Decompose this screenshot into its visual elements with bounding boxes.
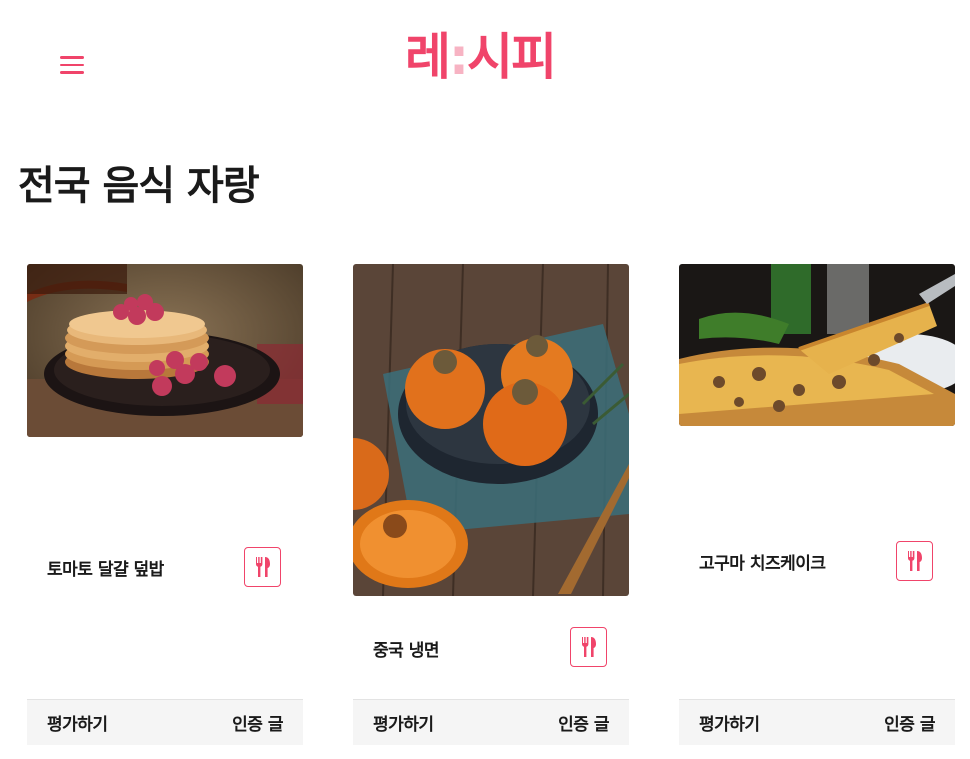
rate-link[interactable]: 평가하기 bbox=[699, 710, 760, 735]
recipe-name[interactable]: 토마토 달걀 덮밥 bbox=[47, 555, 164, 580]
menu-line bbox=[60, 71, 84, 74]
fork-knife-icon[interactable] bbox=[896, 541, 933, 581]
menu-line bbox=[60, 56, 84, 59]
card-footer: 평가하기 인증 글 bbox=[27, 699, 303, 745]
certification-post-link[interactable]: 인증 글 bbox=[884, 710, 935, 735]
fork-knife-icon[interactable] bbox=[570, 627, 607, 667]
recipe-image-persimmons[interactable] bbox=[353, 264, 629, 596]
menu-line bbox=[60, 63, 84, 66]
card-footer: 평가하기 인증 글 bbox=[353, 699, 629, 745]
site-header: 레:시피 bbox=[0, 0, 970, 120]
rate-link[interactable]: 평가하기 bbox=[373, 710, 434, 735]
card-footer: 평가하기 인증 글 bbox=[679, 699, 955, 745]
rate-link[interactable]: 평가하기 bbox=[47, 710, 108, 735]
fork-knife-icon[interactable] bbox=[244, 547, 281, 587]
recipe-image-pizza[interactable] bbox=[679, 264, 955, 426]
recipe-name[interactable]: 고구마 치즈케이크 bbox=[699, 549, 826, 574]
logo-text: 레:시피 bbox=[405, 28, 557, 86]
recipe-image-pancakes[interactable] bbox=[27, 264, 303, 437]
recipe-card[interactable]: 고구마 치즈케이크 평가하기 인증 글 bbox=[679, 264, 955, 745]
recipe-card[interactable]: 중국 냉면 평가하기 인증 글 bbox=[353, 264, 629, 745]
recipe-card[interactable]: 토마토 달걀 덮밥 평가하기 인증 글 bbox=[27, 264, 303, 745]
recipe-name[interactable]: 중국 냉면 bbox=[373, 636, 439, 661]
certification-post-link[interactable]: 인증 글 bbox=[558, 710, 609, 735]
page-title: 전국 음식 자랑 bbox=[18, 163, 260, 209]
hamburger-menu-icon[interactable] bbox=[58, 56, 86, 80]
site-logo[interactable]: 레:시피 bbox=[405, 24, 575, 90]
certification-post-link[interactable]: 인증 글 bbox=[232, 710, 283, 735]
